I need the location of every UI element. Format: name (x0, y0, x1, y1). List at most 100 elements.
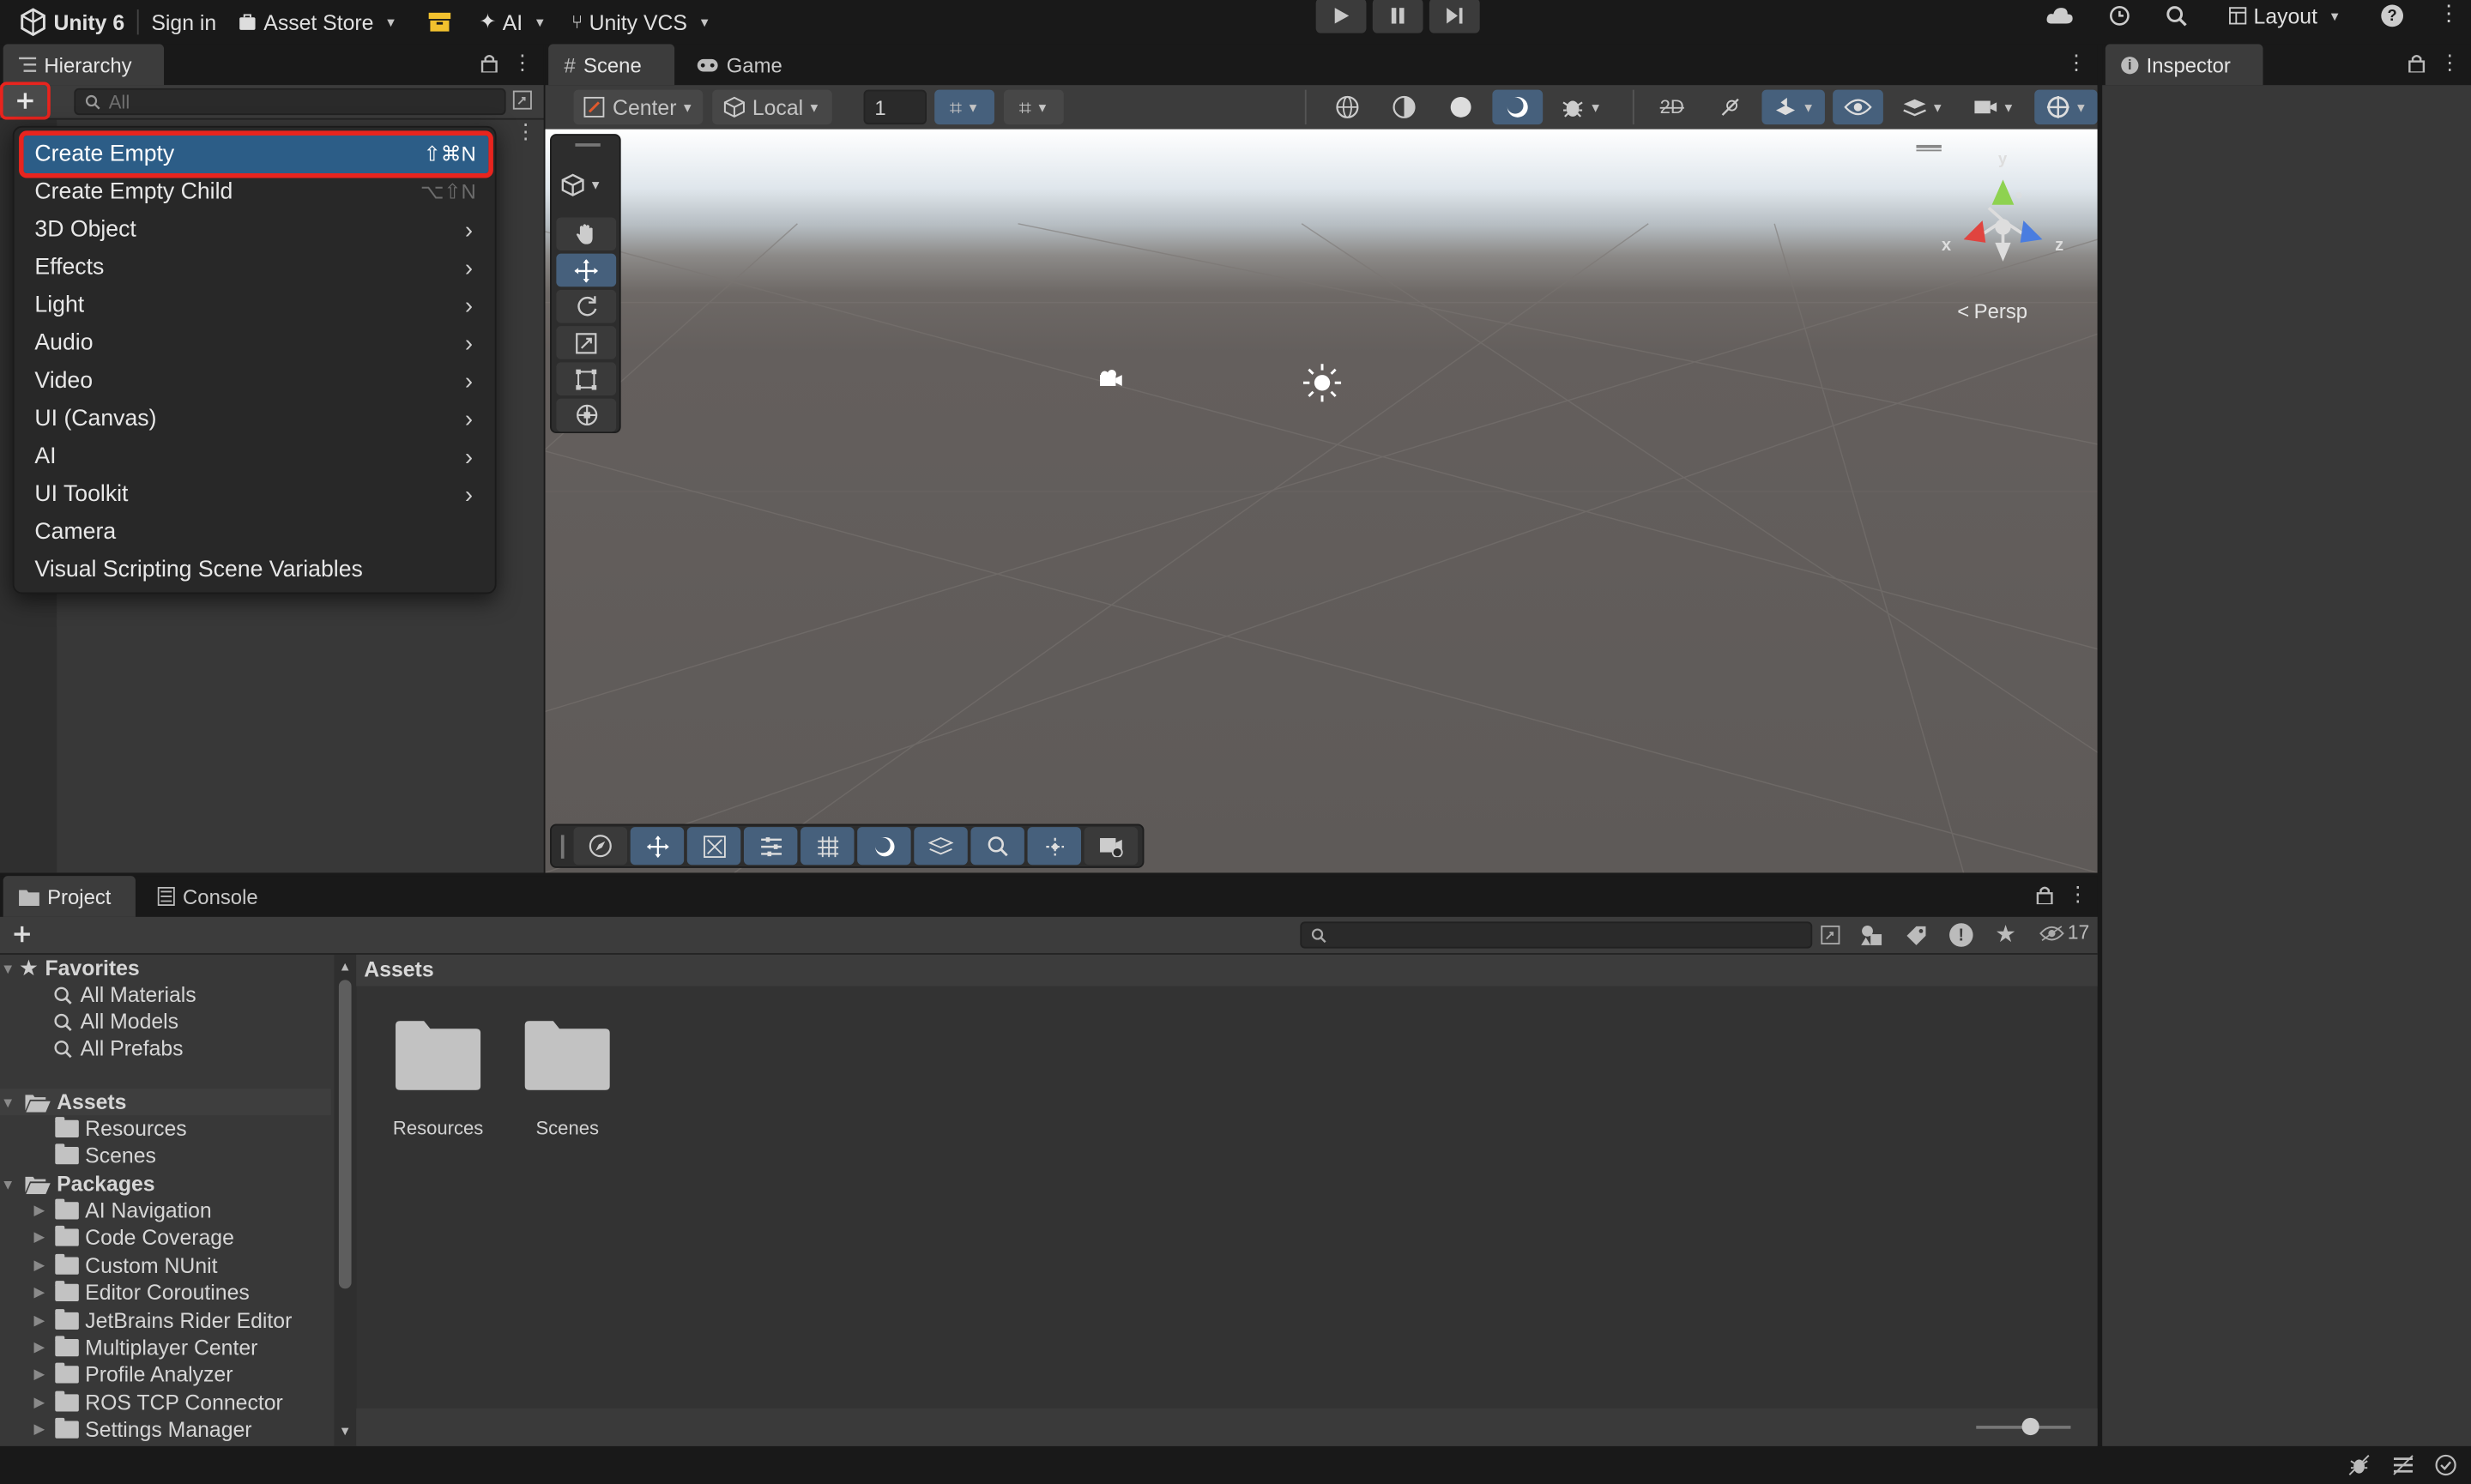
add-asset-button[interactable] (13, 925, 32, 944)
menu-item[interactable]: AI › (24, 438, 489, 476)
scroll-up-icon[interactable]: ▲ (339, 959, 352, 974)
tree-package[interactable]: ▶ Editor Coroutines (0, 1280, 331, 1306)
space-local-dropdown[interactable]: Local ▼ (712, 89, 832, 125)
asset-grid-item[interactable]: Scenes (517, 1021, 618, 1147)
expand-arrow-icon[interactable]: ▶ (32, 1284, 47, 1301)
expand-arrow-icon[interactable]: ▶ (32, 1257, 47, 1274)
tree-packages[interactable]: ▼ Packages (0, 1171, 331, 1197)
tree-folder[interactable]: Scenes (0, 1142, 331, 1168)
unity-logo-icon[interactable] (19, 8, 47, 37)
icon-size-slider-thumb[interactable] (2021, 1417, 2039, 1436)
move-handle-button[interactable] (630, 827, 685, 866)
panel-menu-icon[interactable]: ⋮ (2066, 51, 2087, 75)
lock-icon[interactable] (480, 53, 498, 73)
package-icon[interactable] (428, 12, 451, 32)
tree-scrollbar[interactable]: ▲ ▼ (334, 954, 357, 1446)
global-illumination-icon[interactable] (2392, 1454, 2414, 1476)
expand-arrow-icon[interactable]: ▶ (32, 1394, 47, 1411)
grid-snap-toggle[interactable]: ⌗ ▼ (934, 89, 994, 125)
debug-bug-icon[interactable] (2348, 1454, 2371, 1476)
drag-handle[interactable] (560, 835, 565, 859)
app-title[interactable]: Unity 6 (53, 10, 124, 34)
tab-console[interactable]: Console (142, 876, 274, 917)
scroll-down-icon[interactable]: ▼ (339, 1424, 352, 1439)
panel-menu-icon[interactable]: ⋮ (512, 51, 533, 75)
menu-item[interactable]: 3D Object › (24, 211, 489, 249)
asset-grid-item[interactable]: Resources (388, 1021, 489, 1147)
menu-item[interactable]: Camera (24, 514, 489, 552)
tree-package[interactable]: ▶ AI Navigation (0, 1197, 331, 1224)
tree-folder[interactable]: Resources (0, 1115, 331, 1142)
expand-arrow-icon[interactable]: ▶ (32, 1229, 47, 1246)
expand-arrow-icon[interactable]: ▼ (0, 960, 15, 975)
lock-icon[interactable] (2408, 53, 2426, 73)
progress-check-icon[interactable] (2435, 1454, 2457, 1476)
ai-button[interactable]: AI (503, 10, 523, 34)
navigation-tool-button[interactable] (573, 827, 628, 866)
create-add-button[interactable] (0, 81, 51, 120)
draw-mode-lit-button[interactable] (1492, 89, 1544, 125)
orientation-gizmo[interactable] (1945, 170, 2056, 274)
filter-by-label-icon[interactable] (1906, 925, 1928, 947)
expand-arrow-icon[interactable]: ▶ (32, 1366, 47, 1384)
search-scene-button[interactable] (970, 827, 1024, 866)
draw-mode-shaded-button[interactable] (1435, 90, 1486, 124)
history-icon[interactable] (2109, 5, 2131, 27)
favorites-star-icon[interactable]: ★ (1995, 920, 2016, 948)
tree-package[interactable]: ▶ Multiplayer Center (0, 1335, 331, 1361)
drag-handle[interactable] (575, 143, 601, 147)
expand-arrow-icon[interactable]: ▶ (32, 1339, 47, 1356)
hidden-packages-toggle[interactable]: 17 (2039, 921, 2089, 944)
expand-arrow-icon[interactable]: ▶ (32, 1312, 47, 1329)
scene-viewport[interactable]: ▼ y x z < Persp (545, 129, 2098, 873)
expand-arrow-icon[interactable]: ▶ (32, 1202, 47, 1219)
menu-item[interactable]: Audio › (24, 324, 489, 362)
lighting-preview-button[interactable] (857, 827, 911, 866)
gizmos-dropdown[interactable]: ▼ (2034, 89, 2098, 125)
scene-options-icon[interactable] (512, 90, 533, 111)
tab-inspector[interactable]: i Inspector (2105, 44, 2263, 86)
tree-package[interactable]: ▶ Settings Manager (0, 1416, 331, 1443)
tab-project[interactable]: Project (3, 876, 136, 917)
search-options-icon[interactable] (1820, 925, 1840, 945)
debug-draw-dropdown[interactable]: ▼ (1550, 90, 1612, 124)
grid-toggle-button[interactable] (801, 827, 855, 866)
snap-settings-button[interactable] (686, 827, 741, 866)
menu-item[interactable]: Light › (24, 287, 489, 324)
tree-favorites[interactable]: ▼ ★ Favorites (0, 955, 331, 981)
scale-tool-button[interactable] (556, 326, 617, 359)
panel-menu-icon[interactable]: ⋮ (2439, 51, 2460, 75)
effects-toggle-button[interactable]: ▼ (1761, 89, 1825, 125)
projection-toggle[interactable]: < Persp (1957, 299, 2027, 323)
sign-in-button[interactable]: Sign in (151, 10, 216, 34)
transform-tool-button[interactable] (556, 398, 617, 432)
panel-menu-icon[interactable]: ⋮ (2068, 882, 2088, 907)
draw-mode-wireframe-button[interactable] (1322, 90, 1373, 124)
help-icon[interactable]: ? (2381, 4, 2404, 27)
expand-arrow-icon[interactable]: ▶ (32, 1421, 47, 1439)
gizmo-drag-handle[interactable] (1916, 144, 1942, 148)
2d-toggle-button[interactable]: 2D (1646, 90, 1697, 124)
tree-assets[interactable]: ▼ Assets (0, 1089, 331, 1116)
tab-hierarchy[interactable]: Hierarchy (3, 44, 165, 86)
grid-snap-input[interactable]: 1 (863, 89, 927, 125)
layers-dropdown[interactable]: ▼ (1891, 90, 1954, 124)
menu-item[interactable]: UI (Canvas) › (24, 400, 489, 437)
camera-gizmo-icon[interactable] (1097, 369, 1125, 391)
camera-overlay-button[interactable] (1084, 827, 1139, 866)
row-menu-icon[interactable]: ⋮ (516, 120, 536, 145)
rotate-tool-button[interactable] (556, 289, 617, 323)
tree-package[interactable]: ▶ Code Coverage (0, 1225, 331, 1252)
tree-package[interactable]: ▶ ROS TCP Connector (0, 1389, 331, 1415)
expand-arrow-icon[interactable]: ▼ (0, 1176, 15, 1191)
view-options-dropdown[interactable]: ▼ (561, 173, 601, 197)
menu-item[interactable]: Create Empty Child ⌥⇧N (24, 173, 489, 211)
menu-item[interactable]: Effects › (24, 249, 489, 287)
move-tool-button[interactable] (556, 253, 617, 287)
expand-arrow-icon[interactable]: ▼ (0, 1094, 15, 1109)
scene-visibility-button[interactable] (1833, 89, 1883, 125)
camera-settings-dropdown[interactable]: ▼ (1962, 90, 2025, 124)
pivot-overlay-button[interactable] (1027, 827, 1081, 866)
menu-item[interactable]: Create Empty ⇧⌘N (19, 130, 493, 178)
menu-item[interactable]: Video › (24, 362, 489, 400)
